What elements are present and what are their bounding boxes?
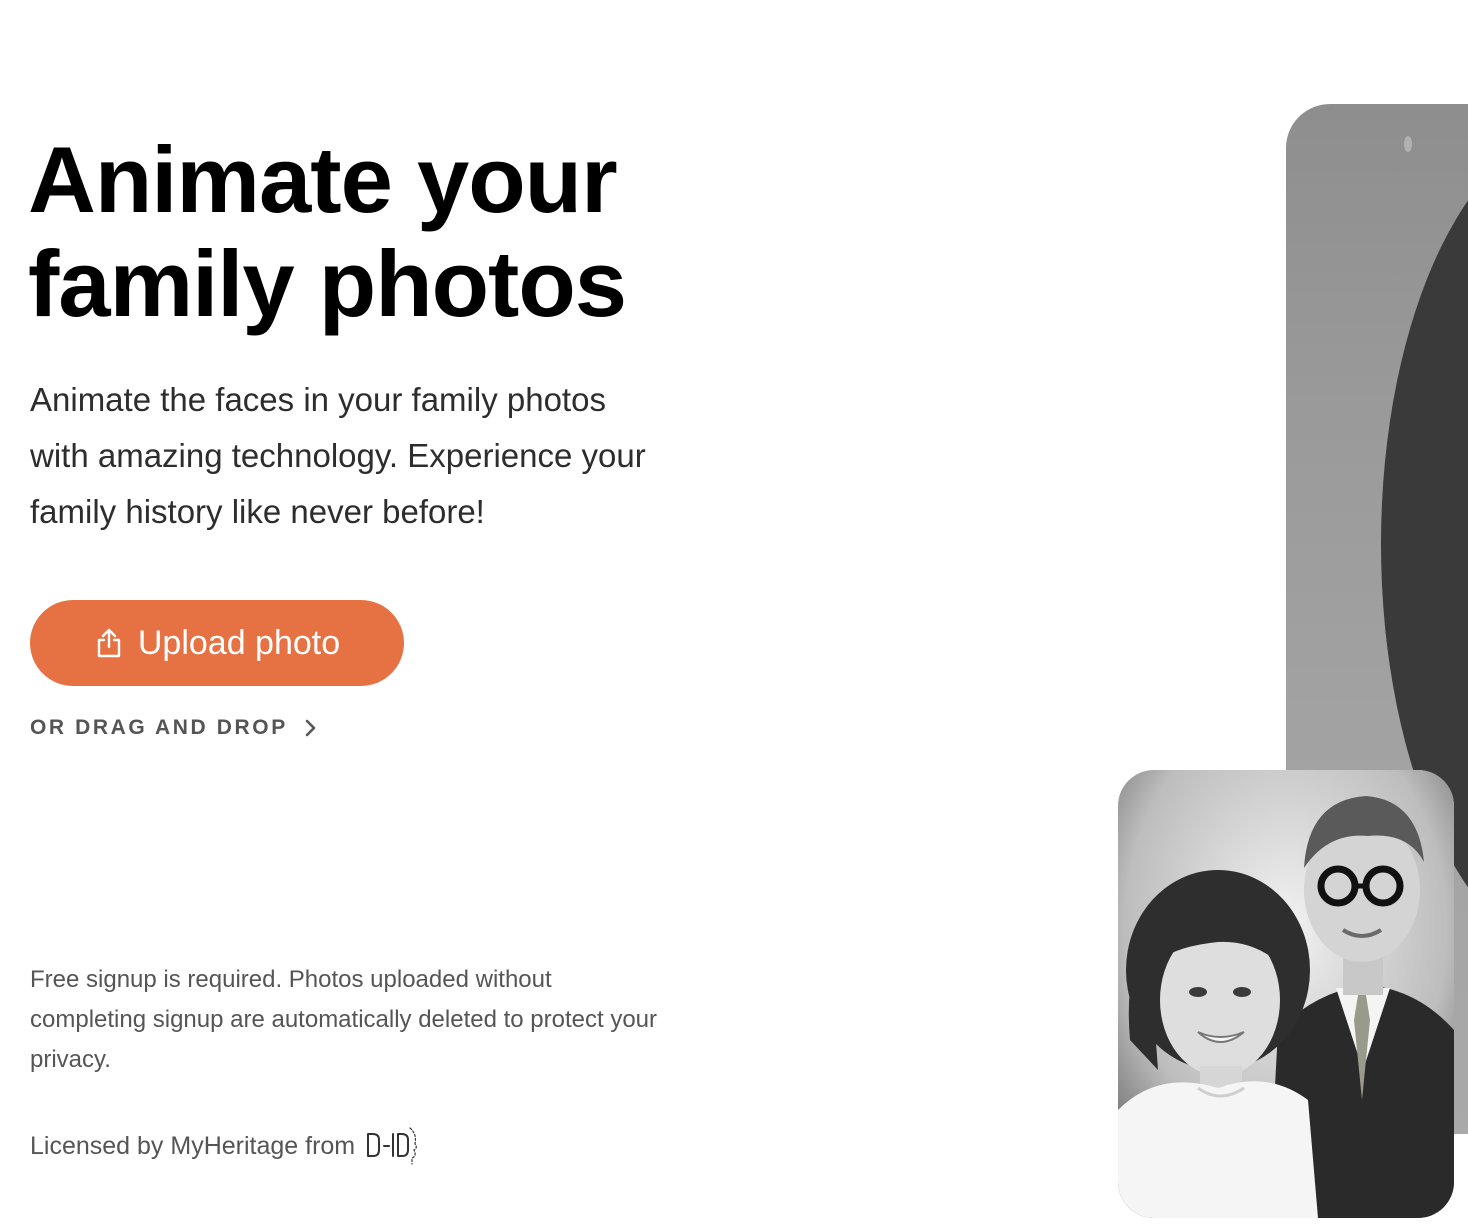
d-id-logo[interactable] [365, 1124, 421, 1168]
couple-photo-preview [1118, 770, 1454, 1218]
hero-description: Animate the faces in your family photos … [30, 372, 750, 540]
signup-notice-line-2: completing signup are automatically dele… [30, 1006, 658, 1033]
drag-and-drop-link[interactable]: OR DRAG AND DROP [30, 716, 318, 740]
drag-and-drop-label: OR DRAG AND DROP [30, 716, 288, 739]
upload-photo-label: Upload photo [137, 623, 341, 662]
upload-icon [94, 627, 124, 659]
upload-photo-button[interactable]: Upload photo [30, 600, 404, 686]
hero-description-line-3: family history like never before! [30, 493, 485, 530]
page-title-line-1: Animate your [28, 127, 618, 232]
license-text: Licensed by MyHeritage from [30, 1131, 356, 1160]
chevron-right-icon [302, 717, 318, 739]
signup-notice-line-3: privacy. [30, 1046, 111, 1073]
signup-notice-line-1: Free signup is required. Photos uploaded… [30, 966, 552, 993]
page-title-line-2: family photos [28, 231, 627, 336]
signup-notice: Free signup is required. Photos uploaded… [30, 960, 790, 1080]
hero-description-line-2: with amazing technology. Experience your [30, 437, 646, 474]
page-title: Animate your family photos [28, 128, 748, 336]
license-credit: Licensed by MyHeritage from [30, 1124, 421, 1168]
hero-description-line-1: Animate the faces in your family photos [30, 381, 606, 418]
